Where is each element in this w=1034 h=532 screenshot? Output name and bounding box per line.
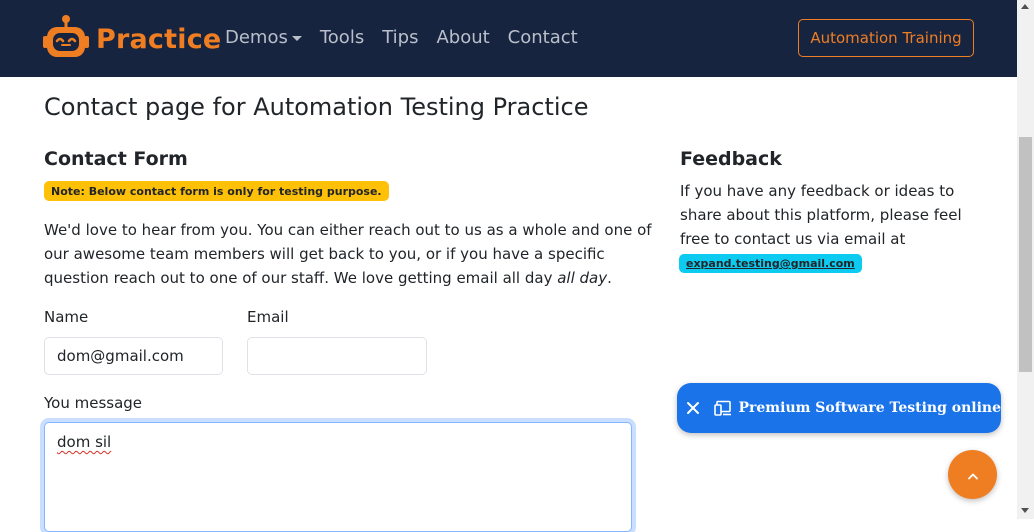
email-input[interactable] bbox=[247, 337, 427, 375]
message-textarea-value: dom sil bbox=[57, 433, 112, 451]
robot-logo-icon bbox=[42, 14, 90, 64]
testing-note-badge: Note: Below contact form is only for tes… bbox=[44, 181, 389, 201]
message-textarea[interactable]: dom sil bbox=[44, 422, 632, 532]
automation-training-button[interactable]: Automation Training bbox=[798, 19, 974, 57]
contact-intro-text: We'd love to hear from you. You can eith… bbox=[44, 218, 654, 290]
page-scrollbar[interactable] bbox=[1017, 0, 1034, 519]
nav-demos-label: Demos bbox=[225, 27, 288, 48]
name-label: Name bbox=[44, 308, 89, 326]
message-label: You message bbox=[44, 394, 143, 412]
premium-testing-promo[interactable]: Premium Software Testing online bbox=[677, 383, 1001, 433]
caret-down-icon bbox=[291, 36, 302, 41]
brand-logo-link[interactable]: Practice bbox=[42, 14, 221, 64]
close-icon[interactable] bbox=[680, 383, 706, 433]
contact-form-heading: Contact Form bbox=[44, 148, 188, 170]
feedback-text: If you have any feedback or ideas to sha… bbox=[680, 182, 962, 248]
page-title: Contact page for Automation Testing Prac… bbox=[44, 93, 589, 121]
brand-name: Practice bbox=[96, 23, 222, 55]
nav-contact[interactable]: Contact bbox=[508, 27, 578, 48]
top-navbar: Practice Demos Tools Tips About Contact … bbox=[0, 0, 1034, 77]
promo-text: Premium Software Testing online bbox=[738, 400, 1002, 416]
name-input-value: dom@gmail.com bbox=[57, 347, 184, 365]
feedback-email-link[interactable]: expand.testing@gmail.com bbox=[679, 254, 862, 273]
email-label: Email bbox=[247, 308, 289, 326]
nav-about[interactable]: About bbox=[436, 27, 489, 48]
scrollbar-thumb[interactable] bbox=[1019, 137, 1032, 372]
scroll-up-arrow-icon[interactable] bbox=[1021, 4, 1029, 9]
nav-tools[interactable]: Tools bbox=[320, 27, 364, 48]
devices-icon bbox=[713, 400, 732, 416]
scroll-down-arrow-icon[interactable] bbox=[1021, 508, 1029, 513]
feedback-heading: Feedback bbox=[680, 148, 782, 170]
nav-demos-dropdown[interactable]: Demos bbox=[225, 27, 302, 48]
intro-emphasis: all day bbox=[557, 269, 608, 287]
main-nav: Demos Tools Tips About Contact bbox=[225, 27, 596, 48]
nav-tips[interactable]: Tips bbox=[382, 27, 418, 48]
chevron-up-icon bbox=[967, 465, 979, 484]
intro-end: . bbox=[607, 269, 612, 287]
name-input[interactable]: dom@gmail.com bbox=[44, 337, 223, 375]
back-to-top-button[interactable] bbox=[948, 450, 997, 499]
